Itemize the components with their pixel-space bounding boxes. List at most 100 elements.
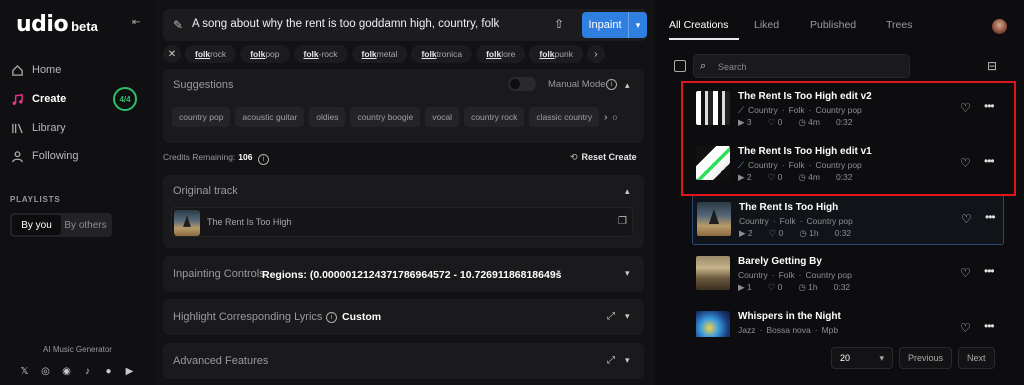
suggestion-chip[interactable]: vocal <box>425 107 460 127</box>
prompt-text[interactable]: A song about why the rent is too goddamn… <box>192 18 499 30</box>
tiktok-icon[interactable]: ♪ <box>81 365 94 378</box>
highlight-annotation-box <box>681 81 1016 196</box>
nav-library[interactable]: Library <box>0 115 155 141</box>
creations-panel: All Creations Liked Published Trees ⌕ ⊟ … <box>655 0 1024 385</box>
credits-remaining: Credits Remaining: 106 i <box>163 152 269 165</box>
genre-chip[interactable]: folk rock <box>185 45 237 63</box>
highlight-title: Highlight Corresponding Lyrics <box>173 311 323 323</box>
pagination: 20 ▾ Previous Next <box>831 347 995 369</box>
genre-chip[interactable]: folk tronica <box>411 45 473 63</box>
nav-home[interactable]: Home <box>0 57 155 83</box>
chevron-down-icon: ▾ <box>879 352 884 363</box>
playlist-filter-toggle: By you By others <box>10 213 112 237</box>
credits-label: Credits Remaining: <box>163 152 236 162</box>
genre-chip[interactable]: folk punk <box>529 45 583 63</box>
advanced-title: Advanced Features <box>173 355 269 367</box>
suggestion-chip[interactable]: country rock <box>464 107 525 127</box>
playlist-by-you[interactable]: By you <box>12 215 61 235</box>
genre-chip[interactable]: folk metal <box>351 45 408 63</box>
reddit-icon[interactable]: ● <box>102 365 115 378</box>
create-panel: ✎ A song about why the rent is too godda… <box>155 0 655 385</box>
copy-icon[interactable]: ❐ <box>618 216 627 227</box>
genre-chip[interactable]: folk lore <box>476 45 526 63</box>
original-track-title: Original track <box>173 185 238 197</box>
more-options-icon[interactable]: ••• <box>985 210 996 224</box>
manual-mode-toggle[interactable] <box>508 77 536 91</box>
nav-following[interactable]: Following <box>0 143 155 169</box>
nav-label: Create <box>32 93 67 105</box>
logo-beta: beta <box>71 19 98 34</box>
reset-icon: ⟲ <box>570 152 578 162</box>
playlist-by-others[interactable]: By others <box>61 215 110 235</box>
search-box[interactable]: ⌕ <box>693 54 910 78</box>
page-size-select[interactable]: 20 ▾ <box>831 347 893 369</box>
song-genres: Jazz · Bossa nova · Mpb <box>738 325 839 335</box>
song-row-selected[interactable]: The Rent Is Too High Country · Folk · Countr… <box>692 195 1004 245</box>
prompt-box[interactable]: ✎ A song about why the rent is too godda… <box>163 9 647 41</box>
song-title[interactable]: Barely Getting By <box>738 256 822 267</box>
youtube-icon[interactable]: ▶ <box>123 365 136 378</box>
chevron-up-icon[interactable]: ▴ <box>625 80 630 91</box>
tab-published[interactable]: Published <box>810 19 886 31</box>
upload-icon[interactable]: ⇧ <box>554 17 564 31</box>
nav-label: Following <box>32 150 79 162</box>
info-icon[interactable]: i <box>606 79 617 90</box>
reset-create-button[interactable]: ⟲ Reset Create <box>570 152 637 163</box>
udio-logo[interactable]: udio beta <box>16 12 98 37</box>
twitter-icon[interactable]: 𝕏 <box>18 365 31 378</box>
discord-icon[interactable]: ◉ <box>60 365 73 378</box>
chevron-down-icon[interactable]: ▾ <box>625 311 630 322</box>
heart-icon[interactable]: ♡ <box>960 266 971 280</box>
instagram-icon[interactable]: ◎ <box>39 365 52 378</box>
song-title[interactable]: The Rent Is Too High <box>739 202 838 213</box>
tab-liked[interactable]: Liked <box>754 19 810 31</box>
info-icon[interactable]: i <box>326 312 337 323</box>
inpainting-regions: Regions: (0.0000012124371786964572 - 10.… <box>262 269 562 281</box>
heart-icon[interactable]: ♡ <box>961 212 972 226</box>
genre-chip[interactable]: folk -rock <box>293 45 348 63</box>
tree-view-icon[interactable]: ⊟ <box>987 59 997 73</box>
genre-chip[interactable]: folk pop <box>240 45 290 63</box>
select-all-checkbox[interactable] <box>674 60 686 72</box>
suggestion-chip[interactable]: acoustic guitar <box>235 107 305 127</box>
suggestion-chip[interactable]: oldies <box>309 107 346 127</box>
clear-chips-icon[interactable]: ✕ <box>163 45 181 63</box>
expand-icon[interactable]: ⤢ <box>607 311 615 322</box>
previous-page-button[interactable]: Previous <box>899 347 953 369</box>
more-options-icon[interactable]: ••• <box>984 319 995 333</box>
info-icon[interactable]: i <box>257 154 269 165</box>
suggestion-chip[interactable]: country pop <box>172 107 231 127</box>
inpaint-button[interactable]: Inpaint ▾ <box>582 12 647 38</box>
creations-tabs: All Creations Liked Published Trees <box>669 19 912 31</box>
music-note-icon <box>10 92 24 106</box>
highlight-lyrics-panel[interactable]: Highlight Corresponding Lyrics i Custom … <box>163 299 644 335</box>
heart-icon[interactable]: ♡ <box>960 321 971 335</box>
collapse-sidebar-icon[interactable]: ⇤ <box>132 17 144 29</box>
home-icon <box>10 63 24 77</box>
library-icon <box>10 121 24 135</box>
song-genres: Country · Folk · Country pop <box>738 270 852 280</box>
suggestion-chip[interactable]: classic country <box>529 107 600 127</box>
suggestion-chip[interactable]: country boogie <box>350 107 421 127</box>
more-options-icon[interactable]: ••• <box>984 264 995 278</box>
tab-trees[interactable]: Trees <box>886 19 912 31</box>
chevron-right-icon[interactable]: › <box>586 45 605 63</box>
edit-icon: ✎ <box>173 18 184 32</box>
expand-icon[interactable]: ⤢ <box>607 355 615 366</box>
tab-all-creations[interactable]: All Creations <box>669 19 754 31</box>
song-row[interactable]: Barely Getting By Country · Folk · Country p… <box>692 250 1004 300</box>
chevron-down-icon[interactable]: ▾ <box>628 12 647 38</box>
chevron-down-icon[interactable]: ▾ <box>625 355 630 366</box>
chevron-down-icon[interactable]: ▾ <box>625 268 630 279</box>
chevron-right-icon[interactable]: › <box>604 107 607 127</box>
song-title[interactable]: Whispers in the Night <box>738 311 841 322</box>
original-track-row[interactable]: The Rent Is Too High ❐ <box>171 207 633 237</box>
song-thumbnail <box>697 202 731 236</box>
chevron-up-icon[interactable]: ▴ <box>625 186 630 197</box>
suggestion-chip-overflow[interactable]: o <box>612 107 617 127</box>
search-input[interactable] <box>718 59 903 74</box>
next-page-button[interactable]: Next <box>958 347 995 369</box>
advanced-features-panel[interactable]: Advanced Features ⤢ ▾ <box>163 343 644 379</box>
song-row[interactable]: Whispers in the Night Jazz · Bossa nova · Mp… <box>692 305 1004 337</box>
avatar[interactable] <box>992 19 1007 34</box>
